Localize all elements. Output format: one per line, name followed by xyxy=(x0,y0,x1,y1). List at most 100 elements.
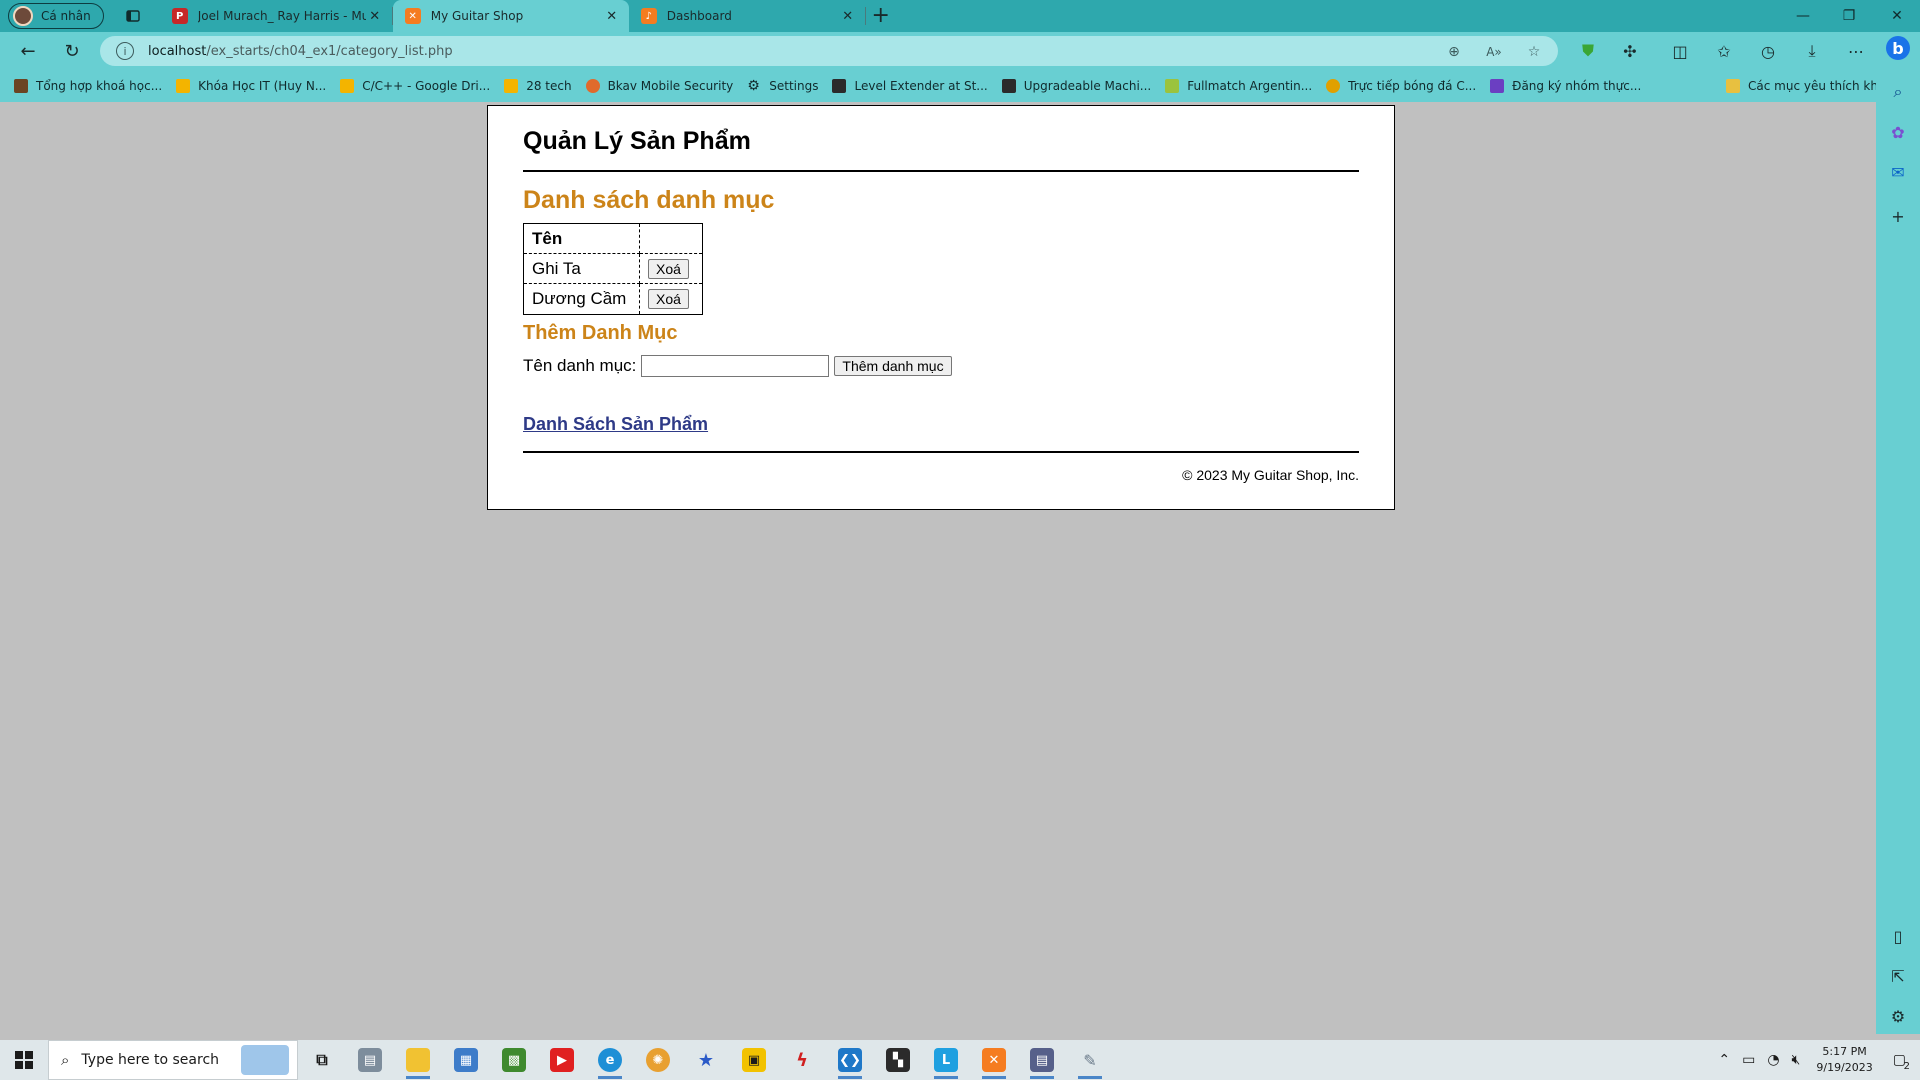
bookmark-icon xyxy=(14,79,28,93)
add-sidebar-app-icon[interactable]: + xyxy=(1886,204,1910,228)
bookmark-item[interactable]: Fullmatch Argentin... xyxy=(1165,79,1312,93)
bookmark-item[interactable]: Khóa Học IT (Huy N... xyxy=(176,79,326,93)
address-bar[interactable]: i localhost/ex_starts/ch04_ex1/category_… xyxy=(100,36,1558,66)
clock-time: 5:17 PM xyxy=(1822,1045,1867,1058)
search-highlight-icon xyxy=(241,1045,289,1075)
other-bookmarks-folder[interactable]: Các mục yêu thích khác xyxy=(1726,79,1892,93)
header-divider xyxy=(523,170,1359,172)
taskbar-app-icon[interactable]: ✺ xyxy=(634,1040,682,1080)
bkav-icon xyxy=(585,79,600,93)
volume-muted-icon[interactable]: 🔇︎ xyxy=(1792,1052,1801,1068)
sidebar-panel-icon[interactable]: ▯ xyxy=(1886,924,1910,948)
taskbar-app-icon[interactable]: L xyxy=(922,1040,970,1080)
notification-icon[interactable]: ▢ 2 xyxy=(1893,1052,1910,1072)
taskbar-app-icon[interactable]: ✎ xyxy=(1066,1040,1114,1080)
taskbar-search-box[interactable]: ⌕ Type here to search xyxy=(48,1040,298,1080)
site-info-icon[interactable]: i xyxy=(116,42,134,60)
filezilla-icon[interactable]: ϟ xyxy=(778,1040,826,1080)
split-screen-icon[interactable]: ◫ xyxy=(1666,40,1694,62)
footer-divider xyxy=(523,451,1359,453)
tab-title: Joel Murach_ Ray Harris - Murach xyxy=(197,9,366,23)
bing-copilot-icon[interactable]: b xyxy=(1886,36,1910,60)
more-menu-icon[interactable]: ⋯ xyxy=(1842,40,1870,62)
add-category-button[interactable]: Thêm danh mục xyxy=(834,356,952,376)
page-container: Quản Lý Sản Phẩm Danh sách danh mục Tên … xyxy=(487,105,1395,510)
bookmark-item[interactable]: Level Extender at St... xyxy=(832,79,988,93)
task-view-icon[interactable]: ⧉ xyxy=(298,1040,346,1080)
profile-button[interactable]: Cá nhân xyxy=(8,3,104,29)
taskbar-app-icon[interactable]: ▦ xyxy=(442,1040,490,1080)
wifi-icon[interactable]: ◔ xyxy=(1767,1052,1779,1068)
clock[interactable]: 5:17 PM 9/19/2023 xyxy=(1816,1044,1872,1076)
table-row: Ghi Ta Xoá xyxy=(524,254,702,284)
url-path: /ex_starts/ch04_ex1/category_list.php xyxy=(206,43,453,59)
delete-button[interactable]: Xoá xyxy=(648,258,689,279)
history-icon[interactable]: ◷ xyxy=(1754,40,1782,62)
close-icon[interactable]: ✕ xyxy=(603,9,621,24)
tab-pdf[interactable]: P Joel Murach_ Ray Harris - Murach ✕ xyxy=(160,0,392,32)
bookmark-item[interactable]: 28 tech xyxy=(504,79,572,93)
downloads-icon[interactable]: ⤓ xyxy=(1798,40,1826,62)
refresh-icon[interactable]: ↻ xyxy=(54,35,90,67)
new-tab-icon[interactable]: + xyxy=(866,1,896,31)
close-icon[interactable]: ✕ xyxy=(839,9,857,24)
search-placeholder: Type here to search xyxy=(81,1052,220,1068)
football-icon xyxy=(1326,79,1341,93)
read-aloud-icon[interactable]: A» xyxy=(1484,42,1504,62)
football-icon xyxy=(1165,79,1180,93)
bookmarks-bar: Tổng hợp khoá học... Khóa Học IT (Huy N.… xyxy=(0,70,1920,102)
youtube-icon[interactable]: ▶ xyxy=(538,1040,586,1080)
name-column-header: Tên xyxy=(524,224,640,254)
chevron-up-icon[interactable]: ⌃ xyxy=(1718,1052,1730,1068)
sidebar-settings-icon[interactable]: ⚙ xyxy=(1886,1004,1910,1028)
tab-actions-icon[interactable] xyxy=(118,1,148,31)
bookmark-item[interactable]: Bkav Mobile Security xyxy=(585,79,733,93)
favorite-star-icon[interactable]: ☆ xyxy=(1524,42,1544,62)
open-external-icon[interactable]: ⇱ xyxy=(1886,964,1910,988)
taskbar-app-icon[interactable]: ▤ xyxy=(1018,1040,1066,1080)
google-drive-icon xyxy=(176,79,191,93)
category-name-label: Tên danh mục: xyxy=(523,356,637,375)
outlook-icon[interactable]: ✉ xyxy=(1886,160,1910,184)
table-row: Dương Cầm Xoá xyxy=(524,284,702,314)
extensions-icon[interactable]: ✣ xyxy=(1616,40,1644,62)
vscode-icon[interactable]: ❮❯ xyxy=(826,1040,874,1080)
table-header-row: Tên xyxy=(524,224,702,254)
shield-extension-icon[interactable]: ⛊ xyxy=(1574,40,1602,62)
bookmark-item[interactable]: Trực tiếp bóng đá C... xyxy=(1326,79,1476,93)
battery-icon[interactable]: ▭ xyxy=(1742,1052,1755,1068)
restore-icon[interactable]: ❐ xyxy=(1826,0,1872,32)
bookmark-item[interactable]: Tổng hợp khoá học... xyxy=(14,79,162,93)
category-name-input[interactable] xyxy=(641,355,830,377)
edge-browser-icon[interactable]: e xyxy=(586,1040,634,1080)
edge-sidebar: b ⌕ ✿ ✉ + ▯ ⇱ ⚙ xyxy=(1876,32,1920,1034)
bookmark-item[interactable]: ⚙ Settings xyxy=(747,79,818,93)
google-drive-icon xyxy=(340,79,355,93)
category-table: Tên Ghi Ta Xoá Dương Cầm Xoá xyxy=(523,223,703,315)
taskbar-app-icon[interactable]: ★ xyxy=(682,1040,730,1080)
bookmark-item[interactable]: Đăng ký nhóm thực... xyxy=(1490,79,1641,93)
taskbar-app-icon[interactable]: ▤ xyxy=(346,1040,394,1080)
bookmark-item[interactable]: C/C++ - Google Dri... xyxy=(340,79,490,93)
add-category-form: Tên danh mục: Thêm danh mục xyxy=(523,355,1359,377)
taskbar-app-icon[interactable]: ▚ xyxy=(874,1040,922,1080)
tab-my-guitar-shop[interactable]: ✕ My Guitar Shop ✕ xyxy=(392,0,629,32)
tab-dashboard[interactable]: ♪ Dashboard ✕ xyxy=(629,0,865,32)
search-icon[interactable]: ⌕ xyxy=(1886,80,1910,104)
xampp-icon[interactable]: ✕ xyxy=(970,1040,1018,1080)
page-viewport: Quản Lý Sản Phẩm Danh sách danh mục Tên … xyxy=(4,102,1876,1034)
back-icon[interactable]: ← xyxy=(10,35,46,67)
file-explorer-icon[interactable] xyxy=(394,1040,442,1080)
product-list-link[interactable]: Danh Sách Sản Phẩm xyxy=(523,414,708,435)
delete-button[interactable]: Xoá xyxy=(648,289,689,309)
minecraft-icon[interactable]: ▩ xyxy=(490,1040,538,1080)
favorites-icon[interactable]: ✩ xyxy=(1710,40,1738,62)
bookmark-item[interactable]: Upgradeable Machi... xyxy=(1001,79,1151,93)
collections-icon[interactable]: ✿ xyxy=(1886,120,1910,144)
zoom-icon[interactable]: ⊕ xyxy=(1444,42,1464,62)
close-icon[interactable]: ✕ xyxy=(366,9,384,24)
taskbar-app-icon[interactable]: ▣ xyxy=(730,1040,778,1080)
minimize-icon[interactable]: — xyxy=(1780,0,1826,32)
close-window-icon[interactable]: ✕ xyxy=(1874,0,1920,32)
windows-start-icon[interactable] xyxy=(0,1040,48,1080)
